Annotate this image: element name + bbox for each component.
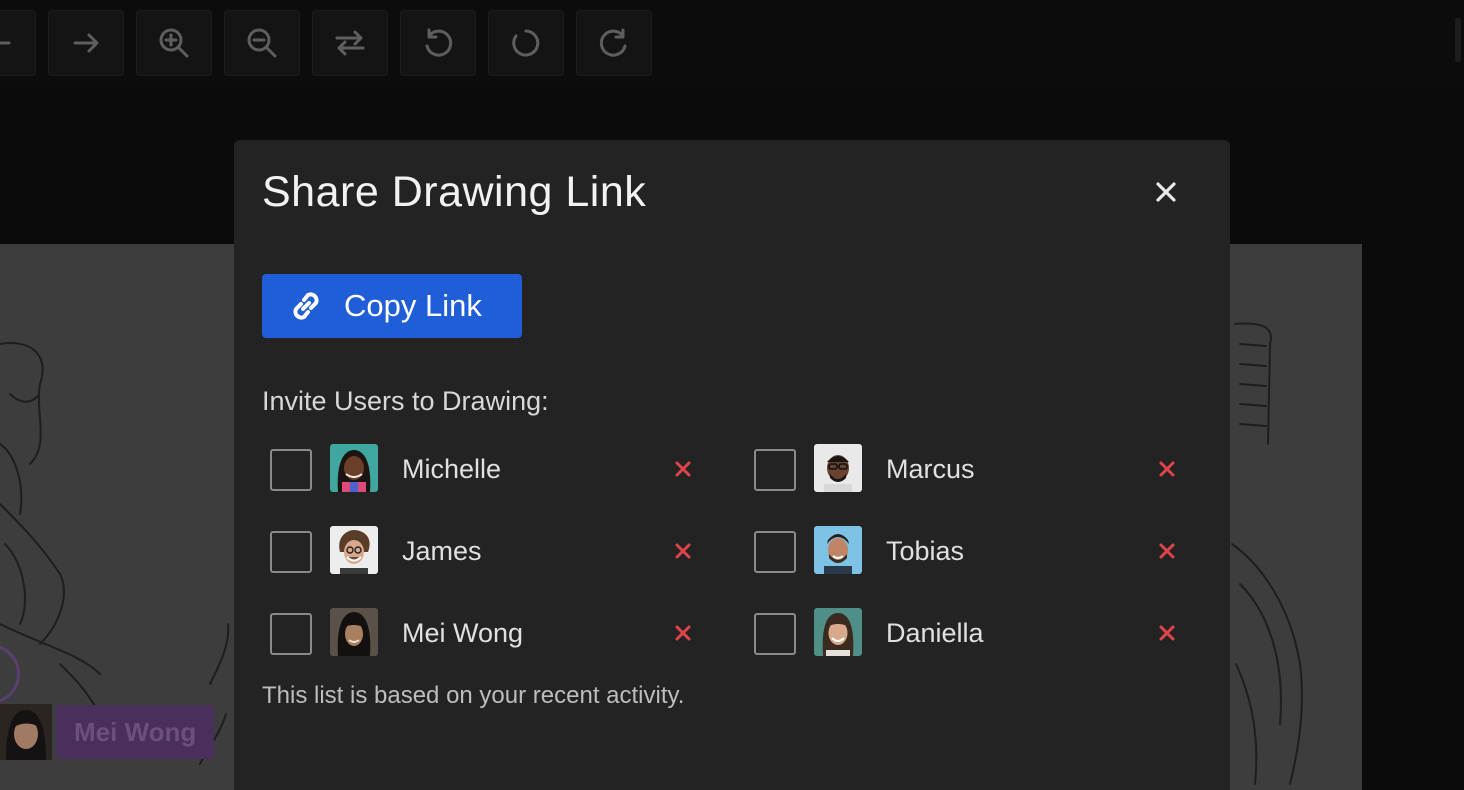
copy-link-button[interactable]: Copy Link <box>262 274 522 338</box>
reset-icon <box>512 29 540 57</box>
user-checkbox[interactable] <box>754 613 796 655</box>
undo-button[interactable] <box>400 10 476 76</box>
zoom-out-icon <box>247 28 277 58</box>
user-name: Marcus <box>886 454 975 484</box>
user-name: Tobias <box>886 536 965 566</box>
invite-user-tobias: Tobias <box>746 526 1176 576</box>
collaborator-avatar <box>0 704 52 760</box>
copy-link-label: Copy Link <box>344 288 482 323</box>
remove-user-button[interactable] <box>1154 456 1180 482</box>
redo-icon <box>599 28 627 57</box>
collaborator-name-label: Mei Wong <box>56 705 215 759</box>
back-arrow-icon <box>0 41 11 45</box>
user-name: Mei Wong <box>402 618 524 648</box>
share-dialog: Share Drawing Link Copy Link Invite User… <box>234 140 1230 790</box>
redo-button[interactable] <box>576 10 652 76</box>
close-button[interactable] <box>1150 176 1182 208</box>
remove-user-button[interactable] <box>670 620 696 646</box>
invite-user-michelle: Michelle <box>262 444 692 494</box>
remove-icon <box>675 625 691 641</box>
remove-icon <box>1159 625 1175 641</box>
avatar <box>814 608 862 656</box>
remove-user-button[interactable] <box>1154 538 1180 564</box>
invite-user-james: James <box>262 526 692 576</box>
swap-icon <box>335 30 365 56</box>
back-button[interactable] <box>0 10 36 76</box>
user-name: James <box>402 536 482 566</box>
remove-icon <box>1159 461 1175 477</box>
remove-icon <box>675 543 691 559</box>
remove-user-button[interactable] <box>670 538 696 564</box>
collaborator-cursor: Mei Wong <box>0 704 215 760</box>
reset-button[interactable] <box>488 10 564 76</box>
remove-user-button[interactable] <box>1154 620 1180 646</box>
invite-user-mei-wong: Mei Wong <box>262 608 692 658</box>
invite-user-daniella: Daniella <box>746 608 1176 658</box>
zoom-in-icon <box>159 28 189 58</box>
avatar <box>330 526 378 574</box>
user-checkbox[interactable] <box>754 531 796 573</box>
link-icon <box>293 292 319 320</box>
remove-icon <box>675 461 691 477</box>
user-checkbox[interactable] <box>270 449 312 491</box>
remove-icon <box>1159 543 1175 559</box>
avatar <box>330 444 378 492</box>
dialog-title: Share Drawing Link <box>262 168 647 216</box>
forward-arrow-icon <box>73 33 99 53</box>
forward-button[interactable] <box>48 10 124 76</box>
user-name: Daniella <box>886 618 984 648</box>
remove-user-button[interactable] <box>670 456 696 482</box>
close-icon <box>1156 182 1176 202</box>
zoom-out-button[interactable] <box>224 10 300 76</box>
avatar <box>814 444 862 492</box>
zoom-in-button[interactable] <box>136 10 212 76</box>
invite-user-marcus: Marcus <box>746 444 1176 494</box>
user-checkbox[interactable] <box>754 449 796 491</box>
swap-button[interactable] <box>312 10 388 76</box>
avatar <box>814 526 862 574</box>
toolbar-edge-handle <box>1455 18 1461 62</box>
recent-activity-note: This list is based on your recent activi… <box>262 682 685 709</box>
undo-icon <box>425 28 453 57</box>
user-name: Michelle <box>402 454 502 484</box>
avatar <box>330 608 378 656</box>
drawing-toolbar <box>0 0 1464 86</box>
user-checkbox[interactable] <box>270 531 312 573</box>
invite-heading: Invite Users to Drawing: <box>262 386 549 416</box>
user-checkbox[interactable] <box>270 613 312 655</box>
app-stage: Mei Wong Share Drawing Link Copy Link In… <box>0 0 1464 790</box>
